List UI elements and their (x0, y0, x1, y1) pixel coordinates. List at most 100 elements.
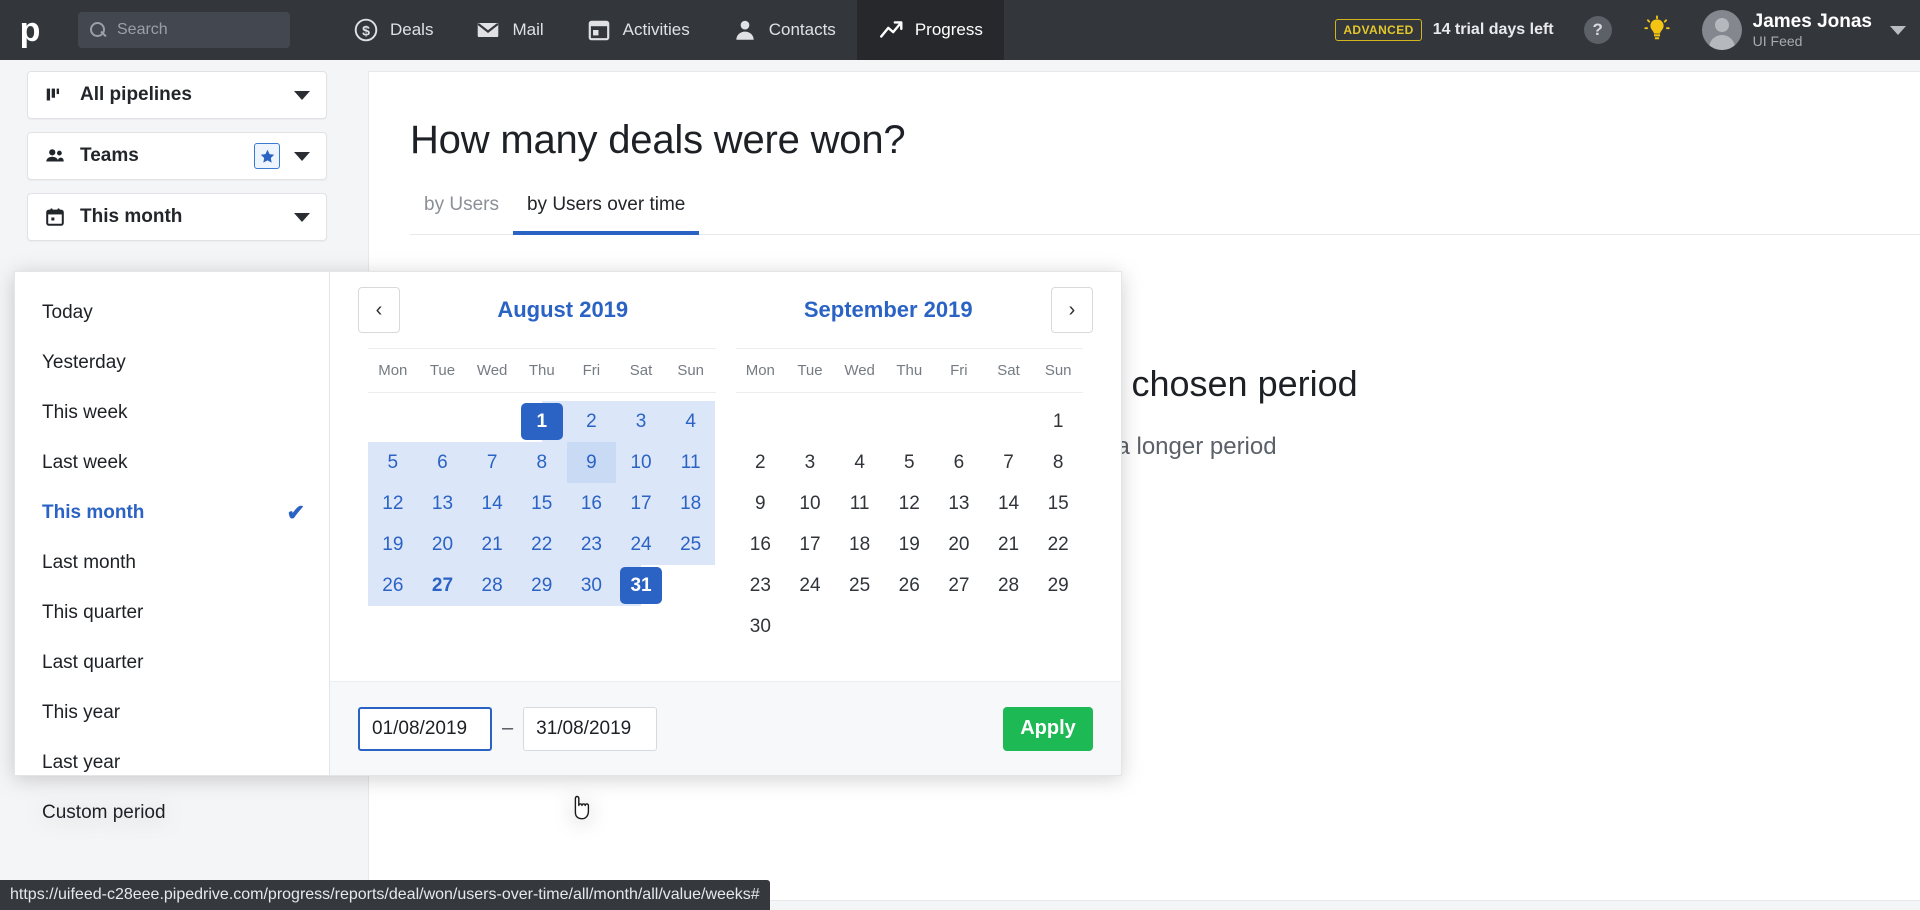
date-preset-item[interactable]: Today (15, 288, 329, 338)
day-cell[interactable]: 12 (884, 483, 934, 524)
date-preset-item[interactable]: Last week (15, 438, 329, 488)
prev-month-button[interactable]: ‹ (358, 287, 400, 333)
day-cell[interactable]: 1 (1033, 401, 1083, 442)
date-preset-item[interactable]: This quarter (15, 588, 329, 638)
day-cell[interactable]: 3 (785, 442, 835, 483)
day-cell[interactable]: 15 (516, 483, 567, 524)
date-preset-item[interactable]: Custom period (15, 788, 329, 838)
day-cell[interactable]: 8 (516, 442, 567, 483)
lightbulb-icon[interactable] (1642, 15, 1672, 45)
help-icon[interactable]: ? (1583, 16, 1612, 44)
date-preset-item[interactable]: Last year (15, 738, 329, 788)
day-cell-empty (884, 401, 934, 442)
day-cell[interactable]: 7 (984, 442, 1034, 483)
next-month-button[interactable]: › (1051, 287, 1093, 333)
day-cell[interactable]: 28 (467, 565, 517, 606)
day-cell[interactable]: 29 (516, 565, 567, 606)
date-preset-item[interactable]: This month ✔ (15, 488, 329, 538)
day-cell[interactable]: 11 (835, 483, 885, 524)
day-cell[interactable]: 25 (835, 565, 885, 606)
day-cell[interactable]: 30 (736, 606, 786, 647)
date-preset-item[interactable]: This year (15, 688, 329, 738)
start-date-input[interactable] (358, 706, 492, 751)
filter-all-pipelines[interactable]: All pipelines (27, 71, 327, 119)
day-cell[interactable]: 3 (616, 401, 666, 442)
day-cell[interactable]: 15 (1033, 483, 1083, 524)
nav-item-deals[interactable]: $ Deals (332, 0, 454, 60)
date-preset-item[interactable]: This week (15, 388, 329, 438)
tab-by-users-over-time[interactable]: by Users over time (512, 194, 700, 235)
day-cell[interactable]: 21 (467, 524, 517, 565)
day-cell[interactable]: 10 (616, 442, 666, 483)
apply-button[interactable]: Apply (1003, 706, 1093, 751)
user-info[interactable]: James Jonas UI Feed (1753, 11, 1872, 49)
day-cell[interactable]: 31 (616, 565, 666, 606)
day-cell[interactable]: 2 (566, 401, 617, 442)
date-preset-label: Last month (42, 552, 136, 573)
day-cell[interactable]: 27 (934, 565, 984, 606)
day-cell[interactable]: 22 (516, 524, 567, 565)
day-cell[interactable]: 14 (984, 483, 1034, 524)
day-cell[interactable]: 23 (736, 565, 786, 606)
day-cell[interactable]: 11 (665, 442, 716, 483)
day-cell[interactable]: 19 (884, 524, 934, 565)
day-cell[interactable]: 7 (467, 442, 517, 483)
day-cell[interactable]: 14 (467, 483, 517, 524)
day-cell[interactable]: 9 (566, 442, 617, 483)
day-cell[interactable]: 16 (736, 524, 786, 565)
day-cell[interactable]: 8 (1033, 442, 1083, 483)
day-cell[interactable]: 30 (566, 565, 617, 606)
day-cell[interactable]: 4 (835, 442, 885, 483)
tab-by-users[interactable]: by Users (410, 194, 513, 235)
day-cell[interactable]: 9 (736, 483, 786, 524)
day-cell[interactable]: 13 (417, 483, 468, 524)
day-cell[interactable]: 24 (616, 524, 666, 565)
filter-date-range[interactable]: This month (27, 193, 327, 241)
nav-item-progress[interactable]: Progress (856, 0, 1004, 60)
day-cell[interactable]: 19 (368, 524, 418, 565)
day-cell[interactable]: 2 (736, 442, 786, 483)
day-cell[interactable]: 21 (984, 524, 1034, 565)
day-cell[interactable]: 16 (566, 483, 617, 524)
day-cell[interactable]: 22 (1033, 524, 1083, 565)
nav-item-mail[interactable]: Mail (454, 0, 564, 60)
day-cell[interactable]: 5 (884, 442, 934, 483)
date-preset-item[interactable]: Yesterday (15, 338, 329, 388)
date-preset-item[interactable]: Last month (15, 538, 329, 588)
filter-teams[interactable]: Teams (27, 132, 327, 180)
search-input[interactable]: Search (78, 12, 290, 48)
chevron-down-icon[interactable] (1890, 25, 1906, 35)
favorite-star-icon[interactable] (254, 143, 280, 169)
day-cell[interactable]: 26 (884, 565, 934, 606)
day-cell[interactable]: 24 (785, 565, 835, 606)
pipedrive-logo[interactable]: p (0, 0, 60, 60)
nav-item-contacts[interactable]: Contacts (711, 0, 857, 60)
day-cell[interactable]: 29 (1033, 565, 1083, 606)
avatar[interactable] (1701, 10, 1742, 50)
day-cell[interactable]: 18 (835, 524, 885, 565)
day-cell[interactable]: 17 (616, 483, 666, 524)
day-cell[interactable]: 10 (785, 483, 835, 524)
nav-item-activities[interactable]: Activities (565, 0, 711, 60)
day-cell[interactable]: 26 (368, 565, 418, 606)
calendar-footer: – Apply (330, 681, 1121, 775)
day-cell[interactable]: 4 (665, 401, 716, 442)
day-cell[interactable]: 20 (417, 524, 468, 565)
calendar-header: ‹ August 2019 September 2019 › (330, 272, 1121, 348)
day-cell[interactable]: 20 (934, 524, 984, 565)
date-preset-label: This month (42, 502, 145, 523)
day-cell[interactable]: 18 (665, 483, 716, 524)
day-cell[interactable]: 27 (417, 565, 468, 606)
day-cell[interactable]: 25 (665, 524, 716, 565)
day-cell[interactable]: 6 (417, 442, 468, 483)
day-cell[interactable]: 13 (934, 483, 984, 524)
end-date-input[interactable] (523, 706, 658, 751)
day-cell[interactable]: 28 (984, 565, 1034, 606)
day-cell[interactable]: 6 (934, 442, 984, 483)
day-cell[interactable]: 5 (368, 442, 418, 483)
day-cell[interactable]: 23 (566, 524, 617, 565)
day-cell[interactable]: 1 (516, 401, 567, 442)
day-cell[interactable]: 17 (785, 524, 835, 565)
day-cell[interactable]: 12 (368, 483, 418, 524)
date-preset-item[interactable]: Last quarter (15, 638, 329, 688)
